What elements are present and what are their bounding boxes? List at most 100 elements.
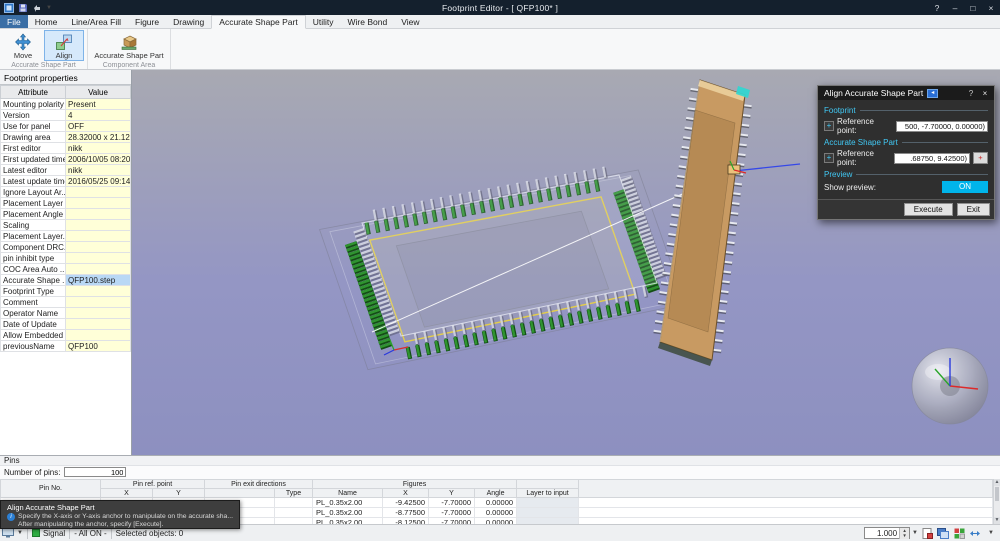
- property-value[interactable]: [66, 242, 131, 253]
- maximize-button[interactable]: □: [964, 0, 982, 15]
- pin-cell[interactable]: -8.12500: [383, 518, 429, 525]
- tab-line-area-fill[interactable]: Line/Area Fill: [64, 15, 128, 28]
- display-mode-control[interactable]: ▼: [2, 528, 23, 538]
- scroll-down-icon[interactable]: ▼: [994, 517, 1000, 524]
- pins-column-header[interactable]: Type: [275, 489, 313, 498]
- undo-icon[interactable]: [32, 3, 42, 13]
- property-value[interactable]: [66, 198, 131, 209]
- tab-home[interactable]: Home: [28, 15, 65, 28]
- pin-cell[interactable]: -8.77500: [383, 508, 429, 518]
- property-row[interactable]: Component DRC...: [1, 242, 131, 253]
- layer-display-icon[interactable]: [936, 527, 950, 540]
- property-value[interactable]: Present: [66, 99, 131, 110]
- property-row[interactable]: Comment: [1, 297, 131, 308]
- property-value[interactable]: 2016/05/25 09:14:45: [66, 176, 131, 187]
- help-button[interactable]: ?: [928, 0, 946, 15]
- show-preview-toggle[interactable]: ON: [942, 181, 988, 193]
- property-value[interactable]: [66, 264, 131, 275]
- property-row[interactable]: Operator Name: [1, 308, 131, 319]
- property-row[interactable]: First editornikk: [1, 143, 131, 154]
- property-row[interactable]: Accurate Shape ...QFP100.step: [1, 275, 131, 286]
- pins-column-header[interactable]: Y: [153, 489, 205, 498]
- property-value[interactable]: nikk: [66, 143, 131, 154]
- pan-arrows-icon[interactable]: [968, 527, 982, 540]
- zoom-dropdown-icon[interactable]: ▼: [912, 530, 918, 536]
- property-row[interactable]: Version4: [1, 110, 131, 121]
- property-value[interactable]: [66, 330, 131, 341]
- property-row[interactable]: Placement Angle: [1, 209, 131, 220]
- pick-reference-icon[interactable]: +: [973, 152, 988, 164]
- zoom-value[interactable]: 1.000: [865, 529, 899, 538]
- execute-button[interactable]: Execute: [904, 203, 953, 216]
- pin-cell[interactable]: PL_0.35x2.00: [313, 518, 383, 525]
- zoom-control[interactable]: 1.000 ▲▼: [864, 527, 910, 539]
- property-value[interactable]: OFF: [66, 121, 131, 132]
- pin-cell[interactable]: 0.00000: [475, 498, 517, 508]
- number-of-pins-input[interactable]: [64, 467, 126, 477]
- viewport[interactable]: Align Accurate Shape Part ◂ ? × Footprin…: [132, 70, 1000, 455]
- expand-asp-icon[interactable]: +: [824, 153, 834, 163]
- property-value[interactable]: [66, 187, 131, 198]
- more-tools-icon[interactable]: ▼: [984, 527, 998, 540]
- exit-button[interactable]: Exit: [957, 203, 990, 216]
- property-value[interactable]: [66, 308, 131, 319]
- dialog-help-icon[interactable]: ?: [964, 89, 978, 98]
- pins-column-header[interactable]: Name: [313, 489, 383, 498]
- tab-utility[interactable]: Utility: [306, 15, 341, 28]
- pin-cell[interactable]: [275, 498, 313, 508]
- align-button[interactable]: Align: [44, 30, 84, 61]
- property-row[interactable]: Drawing area28.32000 x 21.12000: [1, 132, 131, 143]
- pin-cell[interactable]: [517, 508, 579, 518]
- pins-column-header[interactable]: [205, 489, 275, 498]
- property-row[interactable]: Allow Embedded: [1, 330, 131, 341]
- tab-accurate-shape-part[interactable]: Accurate Shape Part: [211, 15, 305, 29]
- property-row[interactable]: Use for panelOFF: [1, 121, 131, 132]
- property-row[interactable]: Latest editornikk: [1, 165, 131, 176]
- property-row[interactable]: previousNameQFP100: [1, 341, 131, 352]
- accurate-shape-part-button[interactable]: Accurate Shape Part: [91, 30, 167, 61]
- footprint-ref-point-input[interactable]: [896, 121, 988, 132]
- property-value[interactable]: [66, 319, 131, 330]
- design-check-icon[interactable]: [952, 527, 966, 540]
- property-row[interactable]: Ignore Layout Ar...: [1, 187, 131, 198]
- pins-column-header[interactable]: Layer to input: [517, 489, 579, 498]
- view-orientation-sphere[interactable]: [912, 348, 988, 424]
- property-row[interactable]: Date of Update: [1, 319, 131, 330]
- pins-column-header[interactable]: Pin exit directions: [205, 480, 313, 489]
- pin-cell[interactable]: [517, 518, 579, 525]
- properties-column-attribute[interactable]: Attribute: [1, 86, 66, 99]
- asp-ref-point-input[interactable]: [894, 153, 970, 164]
- property-row[interactable]: Scaling: [1, 220, 131, 231]
- pins-column-header[interactable]: [517, 480, 579, 489]
- property-row[interactable]: Mounting polarityPresent: [1, 99, 131, 110]
- expand-footprint-icon[interactable]: +: [824, 121, 834, 131]
- save-icon[interactable]: [18, 3, 28, 13]
- pins-column-header[interactable]: Pin No.: [1, 480, 101, 498]
- property-row[interactable]: Footprint Type: [1, 286, 131, 297]
- tab-figure[interactable]: Figure: [128, 15, 166, 28]
- sheet-icon[interactable]: [920, 527, 934, 540]
- layer-filter[interactable]: - All ON -: [74, 529, 106, 538]
- property-row[interactable]: COC Area Auto ...: [1, 264, 131, 275]
- minimize-button[interactable]: –: [946, 0, 964, 15]
- quick-access-dropdown-icon[interactable]: ▼: [46, 5, 52, 11]
- property-value[interactable]: 28.32000 x 21.12000: [66, 132, 131, 143]
- properties-column-value[interactable]: Value: [66, 86, 131, 99]
- property-value[interactable]: [66, 220, 131, 231]
- scroll-up-icon[interactable]: ▲: [994, 479, 1000, 486]
- property-value[interactable]: QFP100.step: [66, 275, 131, 286]
- pin-cell[interactable]: -7.70000: [429, 508, 475, 518]
- scrollbar-thumb[interactable]: [995, 487, 999, 501]
- property-value[interactable]: 4: [66, 110, 131, 121]
- property-value[interactable]: [66, 286, 131, 297]
- pins-scrollbar[interactable]: ▲ ▼: [993, 479, 1000, 524]
- close-button[interactable]: ×: [982, 0, 1000, 15]
- pin-cell[interactable]: 0.00000: [475, 508, 517, 518]
- signal-indicator[interactable]: Signal: [32, 529, 65, 538]
- property-row[interactable]: First updated time2006/10/05 08:20:04: [1, 154, 131, 165]
- pins-column-header[interactable]: Y: [429, 489, 475, 498]
- pins-column-header[interactable]: X: [101, 489, 153, 498]
- property-row[interactable]: Placement Layer: [1, 198, 131, 209]
- property-value[interactable]: QFP100: [66, 341, 131, 352]
- pin-cell[interactable]: [275, 508, 313, 518]
